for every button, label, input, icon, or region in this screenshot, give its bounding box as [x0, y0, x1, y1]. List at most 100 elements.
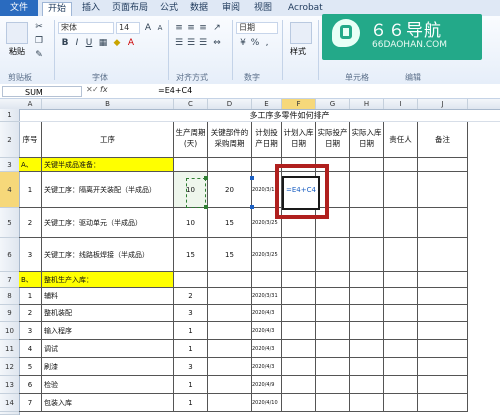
cell[interactable]: [282, 340, 316, 358]
cell[interactable]: [384, 305, 418, 322]
row-header[interactable]: 7: [0, 272, 19, 288]
cell[interactable]: [350, 322, 384, 340]
task-no[interactable]: 7: [19, 394, 42, 412]
column-header[interactable]: I: [384, 99, 418, 109]
task-no[interactable]: 3: [19, 322, 42, 340]
header-cell[interactable]: 关键部件的采购周期: [208, 122, 252, 158]
task-name[interactable]: 关键工序：隔离开关装配（半成品）: [42, 172, 174, 208]
purchase-cell[interactable]: 20: [208, 172, 252, 208]
task-name[interactable]: 输入程序: [42, 322, 174, 340]
cell[interactable]: [208, 288, 252, 305]
column-header[interactable]: G: [316, 99, 350, 109]
cycle-cell[interactable]: 10: [174, 208, 208, 238]
cell[interactable]: [350, 376, 384, 394]
column-header[interactable]: C: [174, 99, 208, 109]
column-header-active[interactable]: F: [282, 99, 316, 109]
cell[interactable]: [350, 238, 384, 272]
cell[interactable]: [208, 305, 252, 322]
cycle-cell[interactable]: 15: [174, 238, 208, 272]
cell[interactable]: [384, 288, 418, 305]
cell[interactable]: [384, 208, 418, 238]
cell[interactable]: [350, 158, 384, 172]
cell[interactable]: [282, 376, 316, 394]
section-b-id[interactable]: B、: [19, 272, 42, 288]
orientation-icon[interactable]: ↗: [212, 23, 222, 33]
cell[interactable]: [316, 376, 350, 394]
task-name[interactable]: 整机装配: [42, 305, 174, 322]
enter-icon[interactable]: ✓: [92, 85, 99, 94]
row-header[interactable]: 6: [0, 238, 19, 272]
align-center-icon[interactable]: ☰: [186, 38, 196, 48]
copy-icon[interactable]: ❐: [34, 36, 44, 46]
tab-view[interactable]: 视图: [254, 2, 272, 15]
task-no[interactable]: 5: [19, 358, 42, 376]
plan-start-cell[interactable]: 2020/4/3: [252, 305, 282, 322]
cell[interactable]: [174, 158, 208, 172]
section-a-label[interactable]: 关键半成品准备：: [42, 158, 174, 172]
column-header[interactable]: E: [252, 99, 282, 109]
cell[interactable]: [208, 340, 252, 358]
cycle-cell[interactable]: 3: [174, 305, 208, 322]
name-box[interactable]: SUM: [2, 86, 82, 97]
cell[interactable]: [316, 305, 350, 322]
cell[interactable]: [418, 172, 468, 208]
task-name[interactable]: 关键工序：线路板焊接（半成品）: [42, 238, 174, 272]
task-no[interactable]: 1: [19, 288, 42, 305]
header-cell[interactable]: 实际入库日期: [350, 122, 384, 158]
align-left-icon[interactable]: ☰: [174, 38, 184, 48]
tab-insert[interactable]: 插入: [82, 2, 100, 15]
cell[interactable]: [418, 322, 468, 340]
align-bottom-icon[interactable]: ≡: [198, 23, 208, 33]
tab-review[interactable]: 审阅: [222, 2, 240, 15]
cell[interactable]: [384, 340, 418, 358]
header-cell[interactable]: 责任人: [384, 122, 418, 158]
cell[interactable]: [384, 322, 418, 340]
cell[interactable]: [282, 288, 316, 305]
cell[interactable]: [208, 158, 252, 172]
cell[interactable]: [316, 358, 350, 376]
cell[interactable]: [384, 272, 418, 288]
align-middle-icon[interactable]: ≡: [186, 23, 196, 33]
row-header[interactable]: 3: [0, 158, 19, 172]
plan-in-cell[interactable]: [282, 238, 316, 272]
cell[interactable]: [384, 376, 418, 394]
align-right-icon[interactable]: ☰: [198, 38, 208, 48]
task-no[interactable]: 3: [19, 238, 42, 272]
task-name[interactable]: 检验: [42, 376, 174, 394]
plan-start-cell[interactable]: 2020/4/3: [252, 358, 282, 376]
row-header[interactable]: 11: [0, 340, 19, 358]
percent-icon[interactable]: %: [250, 38, 260, 48]
cell[interactable]: [208, 376, 252, 394]
cycle-cell[interactable]: 1: [174, 322, 208, 340]
row-header[interactable]: 10: [0, 322, 19, 340]
column-header[interactable]: D: [208, 99, 252, 109]
plan-start-cell[interactable]: 2020/4/3: [252, 340, 282, 358]
cell[interactable]: [418, 272, 468, 288]
currency-icon[interactable]: ¥: [238, 38, 248, 48]
header-cell[interactable]: 备注: [418, 122, 468, 158]
header-cell[interactable]: 工序: [42, 122, 174, 158]
task-no[interactable]: 6: [19, 376, 42, 394]
cell[interactable]: [350, 394, 384, 412]
shrink-font-icon[interactable]: A: [155, 23, 165, 33]
reference-handle[interactable]: [250, 205, 254, 209]
font-color-icon[interactable]: A: [126, 38, 136, 48]
cell[interactable]: [418, 288, 468, 305]
cell[interactable]: [384, 238, 418, 272]
header-cell[interactable]: 计划投产日期: [252, 122, 282, 158]
underline-button[interactable]: U: [84, 38, 94, 48]
cut-icon[interactable]: ✂: [34, 22, 44, 32]
task-no[interactable]: 4: [19, 340, 42, 358]
row-header[interactable]: 9: [0, 305, 19, 322]
cell[interactable]: [282, 322, 316, 340]
cell[interactable]: [418, 158, 468, 172]
italic-button[interactable]: I: [72, 38, 82, 48]
align-top-icon[interactable]: ≡: [174, 23, 184, 33]
task-no[interactable]: 2: [19, 208, 42, 238]
comma-icon[interactable]: ,: [262, 38, 272, 48]
cell[interactable]: [350, 272, 384, 288]
cell[interactable]: [316, 322, 350, 340]
cell[interactable]: [316, 288, 350, 305]
reference-handle[interactable]: [204, 205, 208, 209]
plan-start-cell[interactable]: 2020/4/3: [252, 322, 282, 340]
